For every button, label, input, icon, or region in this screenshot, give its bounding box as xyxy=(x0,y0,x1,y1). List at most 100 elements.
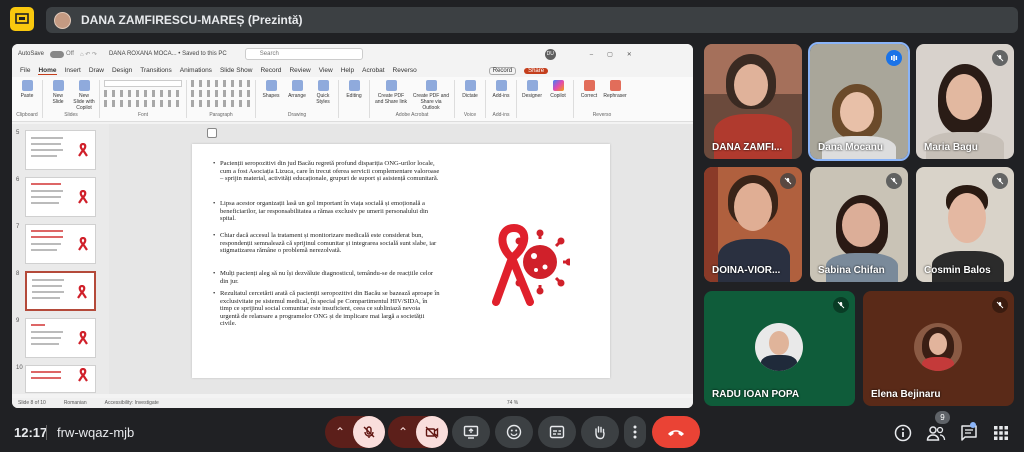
clock: 12:17 xyxy=(14,425,48,440)
zoom-level[interactable]: 74 % xyxy=(507,400,518,406)
camera-control-group: ⌃ xyxy=(388,416,448,448)
people-icon xyxy=(926,426,946,441)
share-button[interactable]: Share xyxy=(524,67,549,74)
slide-thumbnail-5[interactable] xyxy=(25,130,96,170)
font-name-box[interactable] xyxy=(104,80,182,87)
participant-tile[interactable]: RADU IOAN POPA xyxy=(704,291,855,406)
slide-bullet-4: Mulți pacienți aleg să nu își dezvăluie … xyxy=(213,270,440,285)
participant-tile[interactable]: Maria Bagu xyxy=(916,44,1014,159)
mic-off-icon xyxy=(363,426,375,438)
participant-name: DOINA-VIOR... xyxy=(712,265,781,276)
language-indicator[interactable]: Romanian xyxy=(64,400,87,406)
camera-toggle-button[interactable] xyxy=(416,416,448,448)
correct-button[interactable]: Correct xyxy=(578,80,600,99)
tab-reverso[interactable]: Reverso xyxy=(393,67,417,74)
tab-slide-show[interactable]: Slide Show xyxy=(220,67,253,74)
user-avatar[interactable]: DU xyxy=(544,48,556,60)
accessibility-status[interactable]: Accessibility: Investigate xyxy=(105,400,159,406)
participant-name: DANA ZAMFI... xyxy=(712,142,783,153)
current-slide[interactable]: Pacienții seropozitivi din jud Bacău reg… xyxy=(192,144,610,378)
people-count-badge: 9 xyxy=(935,411,950,424)
tab-review[interactable]: Review xyxy=(289,67,310,74)
add-ins-button[interactable]: Add-ins xyxy=(490,80,512,99)
slide-thumbnail-10[interactable] xyxy=(25,365,96,393)
quick-styles-button[interactable]: Quick Styles xyxy=(312,80,334,105)
participant-name: Elena Bejinaru xyxy=(871,389,941,400)
present-screen-button[interactable] xyxy=(452,416,490,448)
slide-thumbnail-6[interactable] xyxy=(25,177,96,217)
captions-button[interactable] xyxy=(538,416,576,448)
reactions-button[interactable] xyxy=(495,416,533,448)
participant-tile[interactable]: DOINA-VIOR... xyxy=(704,167,802,282)
emoji-icon xyxy=(506,424,522,440)
tab-record[interactable]: Record xyxy=(260,67,281,74)
group-label-paragraph: Paragraph xyxy=(209,112,233,118)
mic-control-group: ⌃ xyxy=(325,416,385,448)
slide-thumbnail-9[interactable] xyxy=(25,318,96,358)
shapes-button[interactable]: Shapes xyxy=(260,80,282,99)
paste-button[interactable]: Paste xyxy=(16,80,38,99)
more-vert-icon xyxy=(633,425,637,439)
chevron-up-icon[interactable]: ⌃ xyxy=(398,425,408,439)
tab-insert[interactable]: Insert xyxy=(65,67,81,74)
meeting-details-button[interactable] xyxy=(894,424,914,444)
thumb-number: 6 xyxy=(16,177,20,183)
tab-view[interactable]: View xyxy=(319,67,333,74)
create-pdf-outlook-button[interactable]: Create PDF and Share via Outlook xyxy=(412,80,450,111)
slide-thumbnail-8-selected[interactable] xyxy=(25,271,96,311)
participant-tile[interactable]: Cosmin Balos xyxy=(916,167,1014,282)
group-label-addins: Add-ins xyxy=(492,112,510,118)
participant-name: Dana Mocanu xyxy=(818,142,884,153)
slide-canvas: Pacienții seropozitivi din jud Bacău reg… xyxy=(109,124,693,394)
tab-transitions[interactable]: Transitions xyxy=(140,67,172,74)
mic-toggle-button[interactable] xyxy=(353,416,385,448)
avatar xyxy=(914,323,962,371)
participant-tile-speaking[interactable]: Dana Mocanu xyxy=(808,42,910,161)
participant-name: RADU IOAN POPA xyxy=(712,389,800,400)
tab-acrobat[interactable]: Acrobat xyxy=(362,67,384,74)
record-button[interactable]: Record xyxy=(488,66,517,75)
mic-off-icon xyxy=(780,173,796,189)
slide-counter: Slide 8 of 10 xyxy=(18,400,46,406)
tab-animations[interactable]: Animations xyxy=(180,67,212,74)
autosave-toggle[interactable] xyxy=(50,50,65,58)
designer-button[interactable]: Designer xyxy=(521,80,543,99)
meeting-code: frw-wqaz-mjb xyxy=(46,425,134,440)
camera-off-icon xyxy=(425,426,439,439)
new-slide-button[interactable]: New Slide xyxy=(47,80,69,105)
chevron-up-icon[interactable]: ⌃ xyxy=(335,425,345,439)
chat-notification-dot xyxy=(970,422,976,428)
participant-tile[interactable]: Sabina Chifan xyxy=(810,167,908,282)
raise-hand-button[interactable] xyxy=(581,416,619,448)
activities-button[interactable] xyxy=(993,425,1009,441)
dictate-button[interactable]: Dictate xyxy=(459,80,481,99)
arrange-button[interactable]: Arrange xyxy=(286,80,308,99)
participant-name: Sabina Chifan xyxy=(818,265,885,276)
people-button[interactable] xyxy=(926,424,948,444)
participant-tile[interactable]: DANA ZAMFI... xyxy=(704,44,802,159)
slide-thumbnail-7[interactable] xyxy=(25,224,96,264)
mic-off-icon xyxy=(992,297,1008,313)
tab-draw[interactable]: Draw xyxy=(89,67,104,74)
ribbon-tabs: File Home Insert Draw Design Transitions… xyxy=(12,64,693,77)
tab-help[interactable]: Help xyxy=(341,67,354,74)
tab-design[interactable]: Design xyxy=(112,67,132,74)
thumb-number: 8 xyxy=(16,271,20,277)
more-options-button[interactable] xyxy=(624,416,646,448)
slide-icon xyxy=(207,128,217,138)
tab-file[interactable]: File xyxy=(20,67,30,74)
participant-tile[interactable]: Elena Bejinaru xyxy=(863,291,1014,406)
status-bar: Slide 8 of 10 Romanian Accessibility: In… xyxy=(12,398,693,408)
copilot-button[interactable]: Copilot xyxy=(547,80,569,99)
title-bar: AutoSave Off ⌂ ↶ ↷ DANA ROXANA MOCA... •… xyxy=(12,44,693,64)
search-input[interactable]: Search xyxy=(244,48,363,60)
window-controls[interactable]: –▢✕ xyxy=(590,51,646,58)
tab-home[interactable]: Home xyxy=(38,67,57,75)
leave-call-button[interactable] xyxy=(652,416,700,448)
participant-name: Cosmin Balos xyxy=(924,265,991,276)
new-slide-copilot-button[interactable]: New Slide with Copilot xyxy=(73,80,95,111)
editing-button[interactable]: Editing xyxy=(343,80,365,99)
rephraser-button[interactable]: Rephraser xyxy=(603,80,627,99)
info-icon xyxy=(894,424,912,442)
create-pdf-share-link-button[interactable]: Create PDF and Share link xyxy=(374,80,408,105)
